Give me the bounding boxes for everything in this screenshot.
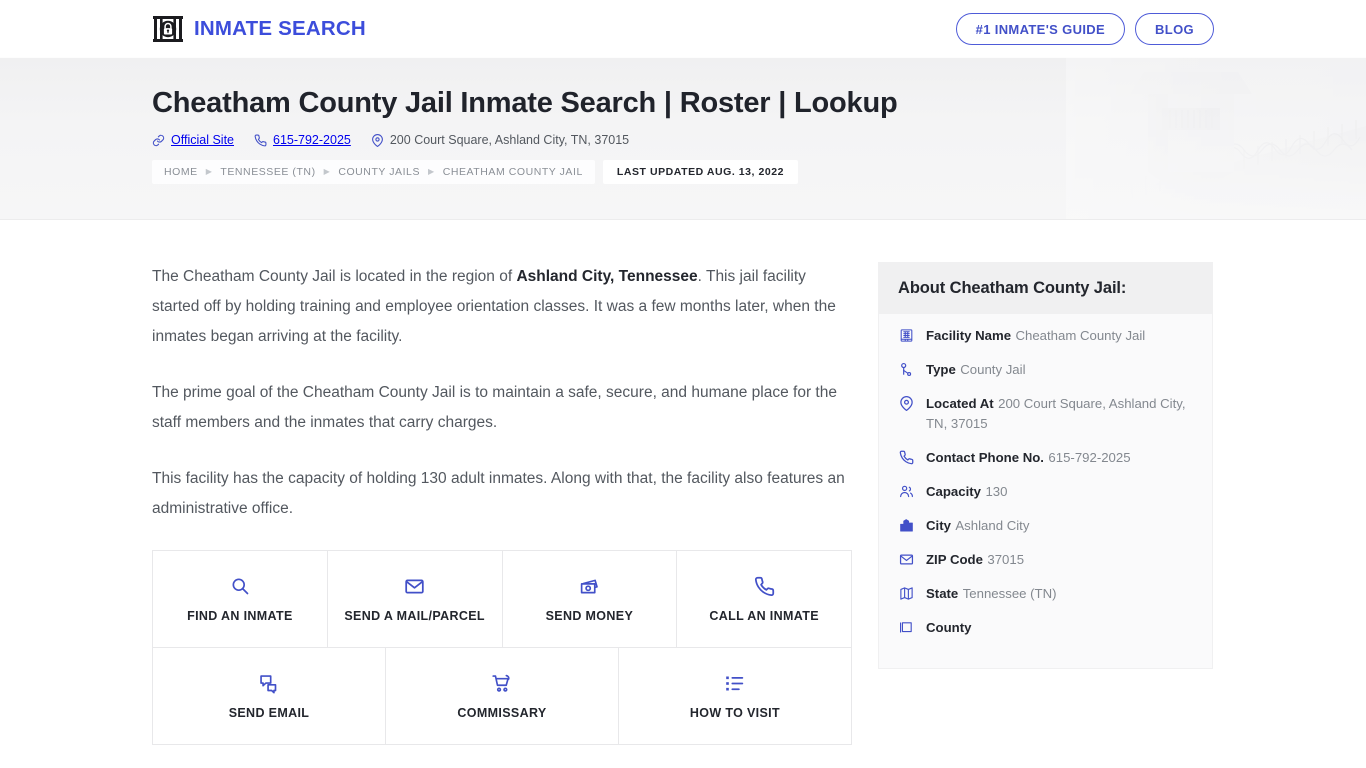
list-item-city: City Ashland City <box>898 516 1193 536</box>
breadcrumb-item-county-jails[interactable]: COUNTY JAILS <box>338 166 420 178</box>
hero-header: Cheatham County Jail Inmate Search | Ros… <box>0 58 1366 220</box>
list-item-county: County <box>898 618 1193 638</box>
tile-send-email[interactable]: SEND EMAIL <box>153 648 386 745</box>
brand-name: INMATE SEARCH <box>194 16 366 40</box>
paragraph-pre: The Cheatham County Jail is located in t… <box>152 268 517 285</box>
last-updated-badge: LAST UPDATED AUG. 13, 2022 <box>602 160 799 185</box>
tile-how-to-visit[interactable]: HOW TO VISIT <box>618 648 852 745</box>
intro-paragraph: The Cheatham County Jail is located in t… <box>152 262 852 352</box>
phone-icon <box>898 448 915 465</box>
about-facility-panel: About Cheatham County Jail: Facility Nam… <box>878 262 1213 669</box>
hero-address: 200 Court Square, Ashland City, TN, 3701… <box>371 133 629 147</box>
list-icon <box>724 672 745 694</box>
tile-label: CALL AN INMATE <box>709 609 819 624</box>
breadcrumb-item-cheatham-county-jail[interactable]: CHEATHAM COUNTY JAIL <box>443 166 583 178</box>
map-pin-icon <box>371 133 384 147</box>
hero-address-label: 200 Court Square, Ashland City, TN, 3701… <box>389 133 630 148</box>
hero-meta-row: Official Site 615-792-2025 200 Court Squ… <box>152 133 1214 147</box>
map-icon <box>898 584 915 601</box>
phone-icon <box>254 134 267 147</box>
list-item-value: 37015 <box>987 552 1025 567</box>
breadcrumb-item-home[interactable]: HOME <box>164 166 198 178</box>
main-content: The Cheatham County Jail is located in t… <box>152 220 852 745</box>
action-tiles-grid: FIND AN INMATE SEND A MAIL/PARCEL SEND M… <box>152 550 852 745</box>
list-item-label: Capacity <box>926 484 981 499</box>
page-title: Cheatham County Jail Inmate Search | Ros… <box>152 87 898 119</box>
mission-paragraph: The prime goal of the Cheatham County Ja… <box>152 384 837 431</box>
tile-send-money[interactable]: SEND MONEY <box>502 551 678 648</box>
list-item-label: Type <box>926 362 956 377</box>
list-item-label: Contact Phone No. <box>926 450 1044 465</box>
about-panel-list: Facility Name Cheatham County Jail Type … <box>879 314 1212 668</box>
tile-label: SEND A MAIL/PARCEL <box>344 609 485 624</box>
list-item-value: Cheatham County Jail <box>1015 328 1146 343</box>
search-icon <box>230 575 250 597</box>
brand-logo-link[interactable]: INMATE SEARCH <box>152 13 366 45</box>
envelope-icon <box>898 550 915 567</box>
shopping-cart-icon <box>491 672 512 694</box>
building-grid-icon <box>898 326 915 343</box>
official-site-link[interactable]: Official Site <box>152 133 234 147</box>
county-icon <box>898 618 915 635</box>
chevron-right-icon: ▶ <box>205 167 213 177</box>
top-navigation-bar: INMATE SEARCH #1 INMATE'S GUIDE BLOG <box>0 0 1366 58</box>
list-item-label: County <box>926 620 972 635</box>
tile-label: COMMISSARY <box>457 706 547 721</box>
chevron-right-icon: ▶ <box>428 167 435 177</box>
inmates-guide-button[interactable]: #1 INMATE'S GUIDE <box>955 12 1126 45</box>
map-pin-icon <box>898 394 915 411</box>
list-item-zip-code: ZIP Code 37015 <box>898 550 1193 570</box>
paragraph-bold: Ashland City, Tennessee <box>516 268 698 285</box>
hero-phone-link[interactable]: 615-792-2025 <box>254 133 351 147</box>
tile-call-an-inmate[interactable]: CALL AN INMATE <box>677 551 852 648</box>
page-body: The Cheatham County Jail is located in t… <box>0 220 1366 745</box>
chat-bubbles-icon <box>258 672 279 694</box>
users-icon <box>898 482 915 499</box>
tile-find-an-inmate[interactable]: FIND AN INMATE <box>153 551 328 648</box>
blog-button[interactable]: BLOG <box>1135 12 1214 45</box>
about-panel-title: About Cheatham County Jail: <box>879 262 1212 314</box>
list-item-label: City <box>926 518 951 533</box>
list-item-value: Ashland City <box>955 518 1030 533</box>
breadcrumb-trail: HOME ▶ TENNESSEE (TN) ▶ COUNTY JAILS ▶ C… <box>152 160 595 185</box>
nav-actions: #1 INMATE'S GUIDE BLOG <box>955 12 1214 45</box>
phone-icon <box>754 575 775 597</box>
key-icon <box>898 360 915 377</box>
list-item-value: 615-792-2025 <box>1048 450 1131 465</box>
tile-commissary[interactable]: COMMISSARY <box>385 648 619 745</box>
tile-label: SEND EMAIL <box>228 706 310 721</box>
tile-label: HOW TO VISIT <box>689 706 780 721</box>
list-item-label: Located At <box>926 396 994 411</box>
money-icon <box>579 575 600 597</box>
list-item-label: State <box>926 586 959 601</box>
list-item-contact-phone: Contact Phone No. 615-792-2025 <box>898 448 1193 468</box>
list-item-value: Tennessee (TN) <box>962 586 1057 601</box>
envelope-icon <box>404 575 425 597</box>
capacity-paragraph: This facility has the capacity of holdin… <box>152 470 845 517</box>
official-site-label: Official Site <box>171 133 234 148</box>
list-item-type: Type County Jail <box>898 360 1193 380</box>
list-item-state: State Tennessee (TN) <box>898 584 1193 604</box>
tile-label: SEND MONEY <box>545 609 634 624</box>
chevron-right-icon: ▶ <box>323 167 331 177</box>
list-item-value: County Jail <box>960 362 1026 377</box>
jail-bars-padlock-icon <box>152 13 184 45</box>
breadcrumb-item-tennessee[interactable]: TENNESSEE (TN) <box>220 166 315 178</box>
link-icon <box>152 134 165 147</box>
list-item-value: 130 <box>985 484 1008 499</box>
list-item-facility-name: Facility Name Cheatham County Jail <box>898 326 1193 346</box>
hero-phone-label: 615-792-2025 <box>273 133 351 148</box>
list-item-label: Facility Name <box>926 328 1012 343</box>
list-item-located-at: Located At 200 Court Square, Ashland Cit… <box>898 394 1193 434</box>
city-icon <box>898 516 915 533</box>
list-item-label: ZIP Code <box>926 552 983 567</box>
breadcrumb: HOME ▶ TENNESSEE (TN) ▶ COUNTY JAILS ▶ C… <box>152 160 799 185</box>
list-item-capacity: Capacity 130 <box>898 482 1193 502</box>
tile-label: FIND AN INMATE <box>187 609 293 624</box>
tile-send-a-mail-parcel[interactable]: SEND A MAIL/PARCEL <box>327 551 503 648</box>
